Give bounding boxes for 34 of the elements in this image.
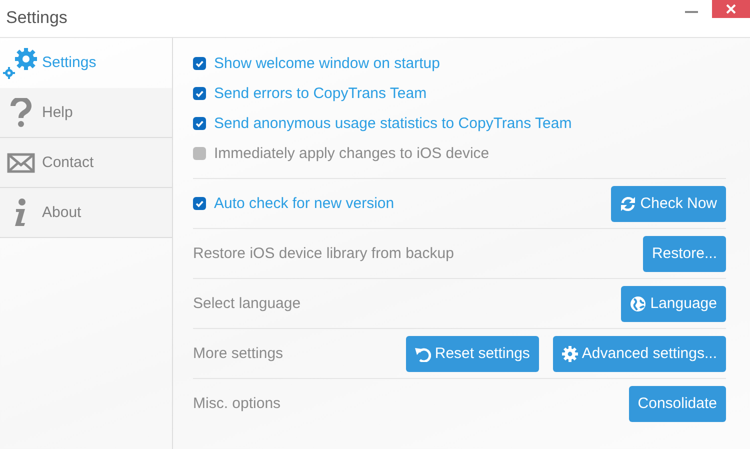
action-button[interactable]: Consolidate [628, 386, 726, 422]
undo-icon [414, 346, 431, 362]
checkbox[interactable] [193, 116, 206, 130]
envelope-icon [7, 152, 35, 172]
close-icon [726, 4, 736, 14]
sidebar-item[interactable]: Help [0, 88, 172, 138]
checkbox-label[interactable]: Auto check for new version [214, 195, 394, 212]
refresh-icon [620, 196, 636, 212]
setting-label: Select language [193, 295, 302, 312]
checkbox-label[interactable]: Send anonymous usage statistics to CopyTrans Team [214, 114, 572, 132]
action-button[interactable]: Restore... [642, 236, 726, 272]
sidebar-item[interactable]: Contact [0, 138, 172, 188]
checkbox-label[interactable]: Show welcome window on startup [214, 54, 440, 72]
close-button[interactable] [712, 0, 750, 18]
action-button[interactable]: Reset settings [406, 336, 539, 372]
setting-label: Misc. options [193, 395, 282, 412]
action-button[interactable]: Language [621, 286, 726, 322]
window-title: Settings [5, 7, 68, 28]
question-mark-icon [10, 98, 32, 128]
action-button[interactable]: Check Now [611, 186, 726, 222]
checkbox[interactable] [193, 146, 206, 160]
sidebar-item[interactable]: Settings [0, 38, 172, 88]
checkbox-label[interactable]: Immediately apply changes to iOS device [214, 144, 490, 162]
globe-icon [630, 296, 646, 312]
gears-icon [2, 46, 40, 78]
checkbox[interactable] [193, 197, 206, 210]
action-button[interactable]: Advanced settings... [552, 336, 726, 372]
sidebar-item[interactable]: About [0, 188, 172, 238]
gear-icon [562, 346, 578, 362]
checkbox[interactable] [193, 56, 206, 70]
setting-label: More settings [193, 345, 284, 362]
checkbox[interactable] [193, 86, 206, 100]
checkbox-label[interactable]: Send errors to CopyTrans Team [214, 84, 427, 102]
setting-label: Restore iOS device library from backup [193, 245, 455, 262]
